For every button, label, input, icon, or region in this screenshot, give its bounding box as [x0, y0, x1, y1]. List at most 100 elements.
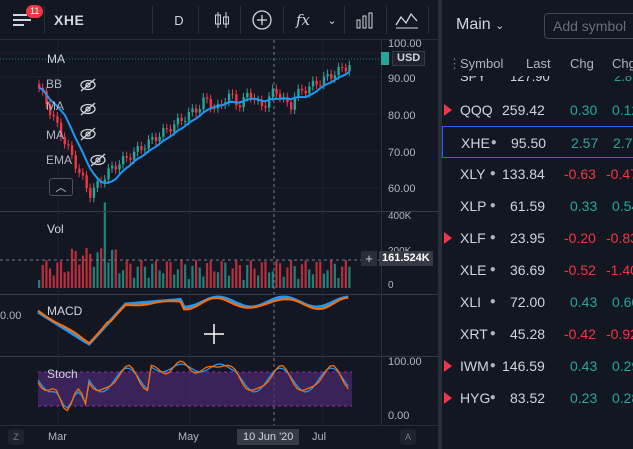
watchlist-row-xrt[interactable]: XRT● 45.28 -0.42 -0.92 — [442, 318, 633, 350]
volume-bar — [187, 278, 190, 288]
replay-button[interactable] — [392, 0, 422, 40]
layout-button[interactable] — [350, 0, 380, 40]
indicator-legend-ma[interactable]: MA — [47, 52, 65, 66]
add-symbol-input[interactable]: Add symbol — [544, 13, 633, 39]
flag-icon[interactable] — [444, 104, 452, 116]
chart-type-button[interactable] — [208, 0, 236, 40]
pane-separator[interactable] — [0, 211, 438, 212]
flag-icon[interactable] — [444, 232, 452, 244]
column-header-last[interactable]: Last — [526, 56, 551, 71]
row-symbol: QQQ — [460, 102, 493, 118]
volume-bar — [114, 249, 117, 288]
volume-bar — [41, 265, 44, 288]
flag-icon[interactable] — [444, 392, 452, 404]
pane-separator[interactable] — [0, 294, 438, 295]
candle-body — [151, 137, 154, 140]
column-header-chg-percent[interactable]: Chg% — [612, 56, 633, 71]
stoch-axis-label: 0.00 — [388, 410, 410, 422]
timezone-button[interactable]: Z — [8, 429, 24, 445]
volume-bar — [118, 273, 121, 288]
watchlist-title-button[interactable]: Main ⌄ — [456, 16, 504, 34]
row-chg-percent: 0.29 — [612, 358, 633, 374]
volume-bar — [213, 271, 216, 288]
row-symbol: XHE — [461, 135, 490, 151]
partial-row-symbol: SPY — [460, 76, 487, 84]
watchlist-row-xhe[interactable]: XHE● 95.50 2.57 2.77 — [442, 126, 633, 158]
eye-hidden-icon[interactable] — [89, 153, 107, 167]
row-symbol: XLE — [460, 262, 487, 278]
column-header-symbol[interactable]: Symbol — [460, 56, 503, 71]
toolbar-divider — [283, 6, 284, 34]
indicator-legend-ma[interactable]: MA — [46, 128, 64, 142]
eye-hidden-icon[interactable] — [79, 102, 97, 116]
volume-bar — [70, 248, 74, 288]
indicator-legend-ema[interactable]: EMA — [46, 153, 72, 167]
candle-body — [169, 128, 172, 132]
candle-body — [74, 155, 77, 169]
indicator-legend-ma[interactable]: MA — [46, 99, 64, 113]
volume-bar — [176, 269, 179, 288]
watchlist-row-xli[interactable]: XLI ● 72.00 0.43 0.60 — [442, 286, 633, 318]
watchlist-row-xlp[interactable]: XLP● 61.59 0.33 0.54 — [442, 190, 633, 222]
indicator-legend-stoch[interactable]: Stoch — [47, 367, 78, 381]
chevron-down-icon[interactable]: ⌄ — [322, 0, 342, 40]
add-plus-icon[interactable]: + — [361, 251, 377, 266]
watchlist-row-xle[interactable]: XLE● 36.69 -0.52 -1.40 — [442, 254, 633, 286]
volume-bar — [205, 263, 209, 288]
row-last: 95.50 — [511, 135, 547, 151]
row-chg-percent: 0.60 — [612, 294, 633, 310]
time-axis-label: Mar — [48, 431, 67, 443]
row-symbol: XLI — [460, 294, 482, 310]
candle-body — [158, 136, 161, 142]
volume-bar — [162, 273, 165, 288]
partial-row[interactable]: SPY 127.90 2.8 — [442, 76, 633, 86]
volume-bar — [52, 275, 55, 288]
eye-hidden-icon[interactable] — [79, 78, 97, 92]
watchlist-row-xlf[interactable]: XLF● 23.95 -0.20 -0.83 — [442, 222, 633, 254]
volume-bar — [348, 266, 351, 288]
time-axis[interactable]: Z Mar May Jul 10 Jun '20 A — [0, 425, 438, 449]
column-header-chg[interactable]: Chg — [570, 56, 594, 71]
toolbar-divider — [240, 6, 241, 34]
watchlist-row-hyg[interactable]: HYG● 83.52 0.23 0.28 — [442, 382, 633, 414]
compare-symbol-button[interactable] — [247, 0, 277, 40]
indicators-button[interactable]: fx — [290, 0, 316, 40]
watchlist-row-qqq[interactable]: QQQ 259.42 0.30 0.12 — [442, 94, 633, 126]
watchlist-title: Main — [456, 16, 491, 33]
indicator-legend-volume[interactable]: Vol — [47, 222, 64, 236]
volume-bar — [85, 248, 88, 288]
candle-body — [205, 97, 209, 99]
price-axis-label: 90.00 — [388, 73, 416, 85]
watchlist-row-iwm[interactable]: IWM● 146.59 0.43 0.29 — [442, 350, 633, 382]
volume-axis-label: 400K — [388, 211, 412, 222]
volume-bar — [198, 267, 201, 288]
volume-bar — [257, 275, 260, 288]
candle-body — [209, 98, 213, 109]
volume-bar — [74, 251, 77, 288]
time-axis-label: Jul — [312, 431, 327, 443]
status-dot-icon: ● — [489, 296, 496, 307]
row-chg-percent: -1.40 — [606, 262, 633, 278]
volume-bar — [333, 263, 336, 288]
volume-bar — [202, 276, 205, 288]
indicator-legend-macd[interactable]: MACD — [47, 304, 82, 318]
collapse-legend-button[interactable]: ︿ — [49, 178, 73, 196]
volume-bar — [100, 248, 103, 288]
indicator-legend-bb[interactable]: BB — [46, 77, 62, 91]
interval-button[interactable]: D — [166, 0, 192, 40]
status-dot-icon: ● — [489, 360, 496, 371]
candlestick-icon — [215, 12, 229, 28]
chart-area[interactable]: 100.00 90.00 80.00 70.00 60.00 USD 400K … — [0, 38, 438, 449]
candle-body — [143, 148, 147, 150]
row-last: 146.59 — [502, 358, 545, 374]
symbol-search-button[interactable]: XHE — [54, 0, 114, 40]
row-chg: 0.30 — [570, 102, 598, 118]
volume-bar — [220, 261, 223, 288]
volume-bar — [151, 263, 154, 288]
watchlist-row-xly[interactable]: XLY● 133.84 -0.63 -0.47 — [442, 158, 633, 190]
currency-label[interactable]: USD — [392, 51, 426, 66]
pane-separator[interactable] — [0, 356, 438, 357]
flag-icon[interactable] — [444, 360, 452, 372]
eye-hidden-icon[interactable] — [79, 127, 97, 141]
auto-scale-button[interactable]: A — [400, 429, 416, 445]
